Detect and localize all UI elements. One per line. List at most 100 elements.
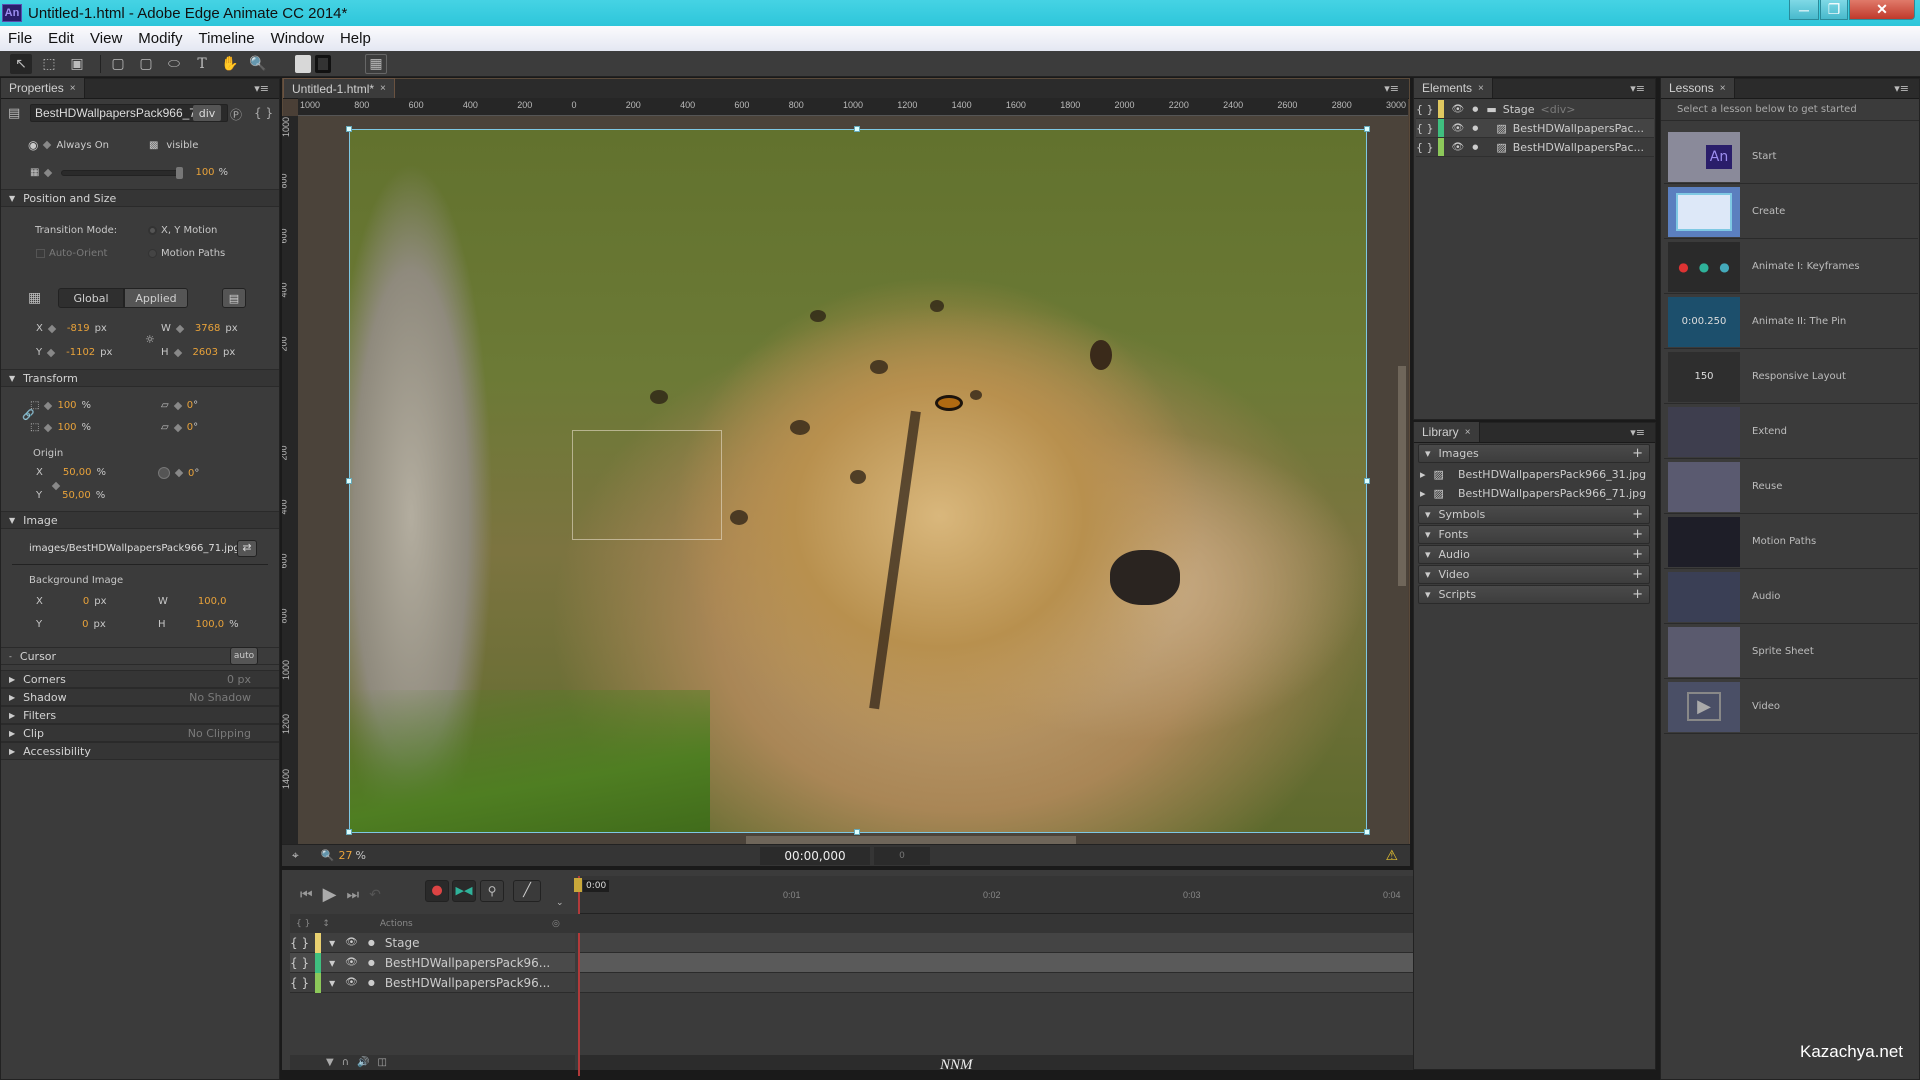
resize-handle[interactable] [346,126,352,132]
hand-tool[interactable]: ✋ [219,54,241,74]
grid-columns-icon[interactable]: ◫ [377,1057,386,1068]
braces-icon[interactable]: { } [1416,122,1434,135]
resize-handle[interactable] [1364,829,1370,835]
lesson-item[interactable]: ● ● ● Animate I: Keyframes [1664,240,1918,294]
expand-triangle-icon[interactable]: ▾ [329,936,335,950]
link-scale-icon[interactable]: 🔗 [22,410,34,421]
easing-button[interactable]: ╱ [513,880,541,902]
horizontal-scrollbar[interactable] [746,836,1076,844]
menu-view[interactable]: View [82,30,130,47]
eye-icon[interactable]: 👁 [345,957,358,968]
close-tab-icon[interactable]: × [380,83,386,94]
eye-icon[interactable]: 👁 [1452,123,1465,134]
menu-file[interactable]: File [0,30,40,47]
section-clip[interactable]: ▶ Clip No Clipping [1,724,279,742]
frame-display[interactable]: 0 [874,846,930,865]
menu-modify[interactable]: Modify [130,30,190,47]
resize-handle[interactable] [1364,126,1370,132]
lesson-item[interactable]: ▶ Video [1664,680,1918,734]
applied-button[interactable]: Applied [124,288,188,308]
snap-icon[interactable]: ∩ [342,1057,349,1068]
zoom-tool[interactable]: 🔍 [247,54,269,74]
braces-icon[interactable]: { } [290,956,309,970]
tab-document[interactable]: Untitled-1.html* × [283,78,395,98]
bg-h-value[interactable]: 100,0 [196,619,225,630]
expand-triangle-icon[interactable]: ▾ [329,976,335,990]
element-row[interactable]: { } 👁 ● ▬ Stage <div> [1416,100,1654,119]
tab-library[interactable]: Library × [1414,422,1480,442]
library-image-item[interactable]: ▸ ▨ BestHDWallpapersPack966_31.jpg [1420,465,1650,484]
section-corners[interactable]: ▶ Corners 0 px [1,670,279,688]
section-filters[interactable]: ▶ Filters [1,706,279,724]
section-position-and-size[interactable]: ▼ Position and Size [1,189,279,207]
element-row[interactable]: { } 👁 ● ▨ BestHDWallpapersPac... [1416,119,1654,138]
resize-handle[interactable] [1364,478,1370,484]
stroke-color-swatch[interactable] [315,54,331,73]
rectangle-tool[interactable]: ▢ [107,54,129,74]
keyframe-diamond[interactable] [173,423,182,432]
chevron-down-icon[interactable]: ⌄ [556,898,564,908]
braces-icon[interactable]: { } [290,936,309,950]
panel-menu-icon[interactable]: ▾≡ [254,82,269,95]
zoom-value[interactable]: 27 [338,849,352,862]
keyframe-diamond[interactable] [47,324,57,333]
library-section-audio[interactable]: ▾ Audio + [1418,545,1650,564]
keyframe-diamond[interactable] [43,140,52,150]
fill-color-swatch[interactable] [295,54,311,73]
scale-x-value[interactable]: 100 [57,400,76,411]
text-tool[interactable]: T [191,54,213,74]
keyframe-diamond[interactable] [44,401,53,410]
link-dimensions-icon[interactable]: ☼ [145,333,155,346]
transform-tool[interactable]: ⬚ [38,54,60,74]
lesson-item[interactable]: Create [1664,185,1918,239]
library-section-fonts[interactable]: ▾ Fonts + [1418,525,1650,544]
minimize-button[interactable]: ─ [1789,0,1819,20]
keyframe-diamond[interactable] [174,468,184,478]
element-tag-dropdown[interactable]: div [193,105,221,121]
opacity-slider-thumb[interactable] [176,166,184,179]
close-tab-icon[interactable]: × [1478,83,1484,94]
section-transform[interactable]: ▼ Transform [1,369,279,387]
library-section-images[interactable]: ▾ Images + [1418,444,1650,463]
lock-dot-icon[interactable]: ● [368,938,375,947]
eye-icon[interactable]: 👁 [1452,142,1465,153]
radio-motion-paths[interactable] [148,249,157,258]
vertical-scrollbar[interactable] [1398,366,1406,586]
section-image[interactable]: ▼ Image [1,511,279,529]
size-mode-button[interactable]: ▤ [222,288,246,308]
playhead-handle[interactable] [574,878,582,892]
lock-dot-icon[interactable]: ● [1472,105,1478,113]
add-icon[interactable]: + [1632,527,1643,542]
filter-icon[interactable]: ▼ [326,1057,334,1068]
keyframe-diamond[interactable] [44,423,53,432]
pin-button[interactable]: ⚲ [480,880,504,902]
lock-dot-icon[interactable]: ● [368,978,375,987]
library-section-scripts[interactable]: ▾ Scripts + [1418,585,1650,604]
menu-help[interactable]: Help [332,30,379,47]
timeline-row[interactable]: { } ▾ 👁 ● Stage [290,932,575,953]
lesson-item[interactable]: An Start [1664,130,1918,184]
maximize-button[interactable]: ❐ [1820,0,1848,20]
bg-w-value[interactable]: 100,0 [198,596,227,607]
actions-braces-icon[interactable]: { } [296,919,310,929]
panel-menu-icon[interactable]: ▾≡ [1630,82,1645,95]
selection-tool[interactable]: ↖ [10,53,32,74]
eye-icon[interactable]: 👁 [345,937,358,948]
global-button[interactable]: Global [58,288,124,308]
expand-triangle-icon[interactable]: ▸ [1420,487,1426,500]
library-image-item[interactable]: ▸ ▨ BestHDWallpapersPack966_71.jpg [1420,484,1650,503]
x-value[interactable]: -819 [67,323,90,334]
element-row[interactable]: { } 👁 ● ▨ BestHDWallpapersPac... [1416,138,1654,157]
timeline-row[interactable]: { } ▾ 👁 ● BestHDWallpapersPack96... [290,952,575,973]
add-icon[interactable]: + [1632,446,1643,461]
add-icon[interactable]: + [1632,507,1643,522]
go-to-start-icon[interactable]: ⏮ [300,887,313,903]
tab-properties[interactable]: Properties × [1,78,85,98]
origin-y-value[interactable]: 50,00 [62,490,91,501]
rounded-rectangle-tool[interactable]: ▢ [135,54,157,74]
overflow-dropdown[interactable]: visible [166,140,198,151]
lesson-item[interactable]: Audio [1664,570,1918,624]
panel-menu-icon[interactable]: ▾≡ [1630,426,1645,439]
cursor-dropdown[interactable]: auto [230,647,258,665]
keyframe-diamond[interactable] [173,348,182,357]
